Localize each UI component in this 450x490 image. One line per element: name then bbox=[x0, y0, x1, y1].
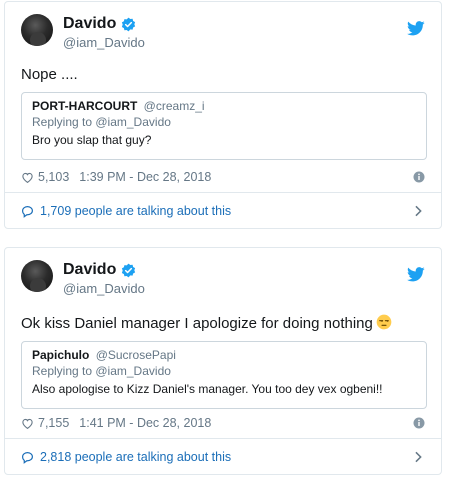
conversation-link[interactable]: 2,818 people are talking about this bbox=[21, 450, 425, 464]
quoted-tweet[interactable]: Papichulo @SucrosePapi Replying to @iam_… bbox=[21, 341, 427, 409]
tweet-meta: 7,155 1:41 PM - Dec 28, 2018 bbox=[21, 416, 211, 430]
info-icon[interactable] bbox=[413, 417, 425, 429]
tweet-card[interactable]: Davido @iam_Davido Ok kiss Daniel manage… bbox=[4, 247, 442, 475]
avatar[interactable] bbox=[21, 260, 53, 292]
verified-badge-icon bbox=[122, 263, 136, 277]
twitter-bird-icon[interactable] bbox=[407, 267, 425, 282]
talking-count-link[interactable]: 1,709 people are talking about this bbox=[40, 204, 231, 218]
quoted-tweet-text: Bro you slap that guy? bbox=[32, 133, 152, 147]
like-count[interactable]: 7,155 bbox=[38, 416, 69, 430]
author-handle[interactable]: @iam_Davido bbox=[63, 35, 145, 50]
author-name[interactable]: Davido bbox=[63, 15, 116, 33]
tweet-card[interactable]: Davido @iam_Davido Nope .... PORT-HARCOU… bbox=[4, 1, 442, 229]
author-handle[interactable]: @iam_Davido bbox=[63, 281, 145, 296]
divider bbox=[5, 192, 441, 193]
quoted-author-handle: @SucrosePapi bbox=[95, 348, 176, 362]
unamused-face-emoji-icon bbox=[376, 314, 392, 330]
heart-icon[interactable] bbox=[21, 171, 34, 184]
quoted-author-name: PORT-HARCOURT bbox=[32, 99, 138, 113]
tweet-text: Ok kiss Daniel manager I apologize for d… bbox=[21, 315, 373, 332]
info-icon[interactable] bbox=[413, 171, 425, 183]
author-name-row: Davido bbox=[63, 15, 136, 33]
quoted-author-name: Papichulo bbox=[32, 348, 90, 362]
talking-count-link[interactable]: 2,818 people are talking about this bbox=[40, 450, 231, 464]
like-count[interactable]: 5,103 bbox=[38, 170, 69, 184]
chevron-right-icon[interactable] bbox=[414, 205, 423, 217]
quoted-tweet[interactable]: PORT-HARCOURT @creamz_i Replying to @iam… bbox=[21, 92, 427, 160]
speech-bubble-icon bbox=[22, 205, 33, 218]
verified-badge-icon bbox=[122, 17, 136, 31]
tweet-timestamp[interactable]: 1:39 PM - Dec 28, 2018 bbox=[79, 170, 211, 184]
quoted-tweet-text: Also apologise to Kizz Daniel's manager.… bbox=[32, 382, 383, 396]
speech-bubble-icon bbox=[22, 451, 33, 464]
quoted-tweet-header: PORT-HARCOURT @creamz_i bbox=[32, 99, 416, 113]
tweet-text-row: Ok kiss Daniel manager I apologize for d… bbox=[21, 314, 392, 332]
quoted-author-handle: @creamz_i bbox=[143, 99, 205, 113]
tweet-text: Nope .... bbox=[21, 66, 78, 83]
avatar[interactable] bbox=[21, 14, 53, 46]
quoted-replying-to: Replying to @iam_Davido bbox=[32, 364, 171, 378]
quoted-replying-to: Replying to @iam_Davido bbox=[32, 115, 171, 129]
divider bbox=[5, 438, 441, 439]
quoted-tweet-header: Papichulo @SucrosePapi bbox=[32, 348, 416, 362]
tweet-timestamp[interactable]: 1:41 PM - Dec 28, 2018 bbox=[79, 416, 211, 430]
author-name[interactable]: Davido bbox=[63, 261, 116, 279]
chevron-right-icon[interactable] bbox=[414, 451, 423, 463]
tweet-meta: 5,103 1:39 PM - Dec 28, 2018 bbox=[21, 170, 211, 184]
heart-icon[interactable] bbox=[21, 417, 34, 430]
conversation-link[interactable]: 1,709 people are talking about this bbox=[21, 204, 425, 218]
twitter-bird-icon[interactable] bbox=[407, 21, 425, 36]
author-name-row: Davido bbox=[63, 261, 136, 279]
